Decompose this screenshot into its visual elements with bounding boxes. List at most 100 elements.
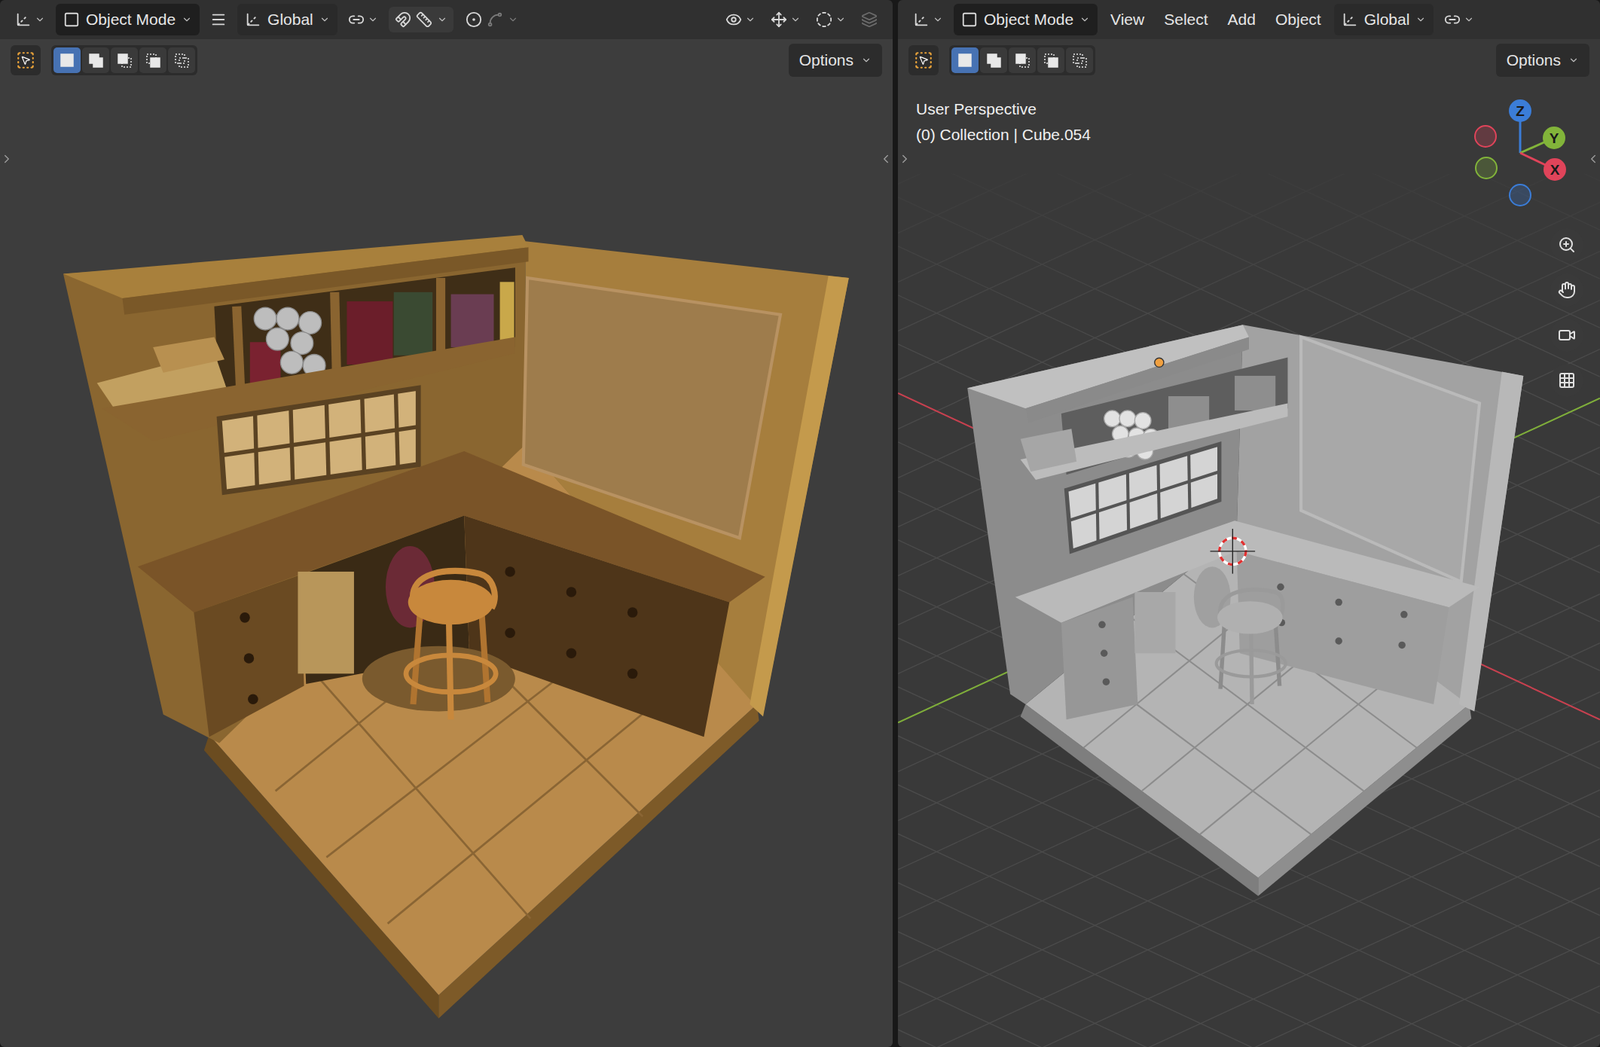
region-toggle-icon[interactable]	[1586, 152, 1600, 166]
navigation-buttons	[1550, 228, 1584, 397]
select-mode-icon	[87, 51, 104, 69]
pivot-button[interactable]	[1439, 6, 1479, 33]
editor-type-button[interactable]	[10, 6, 50, 33]
xray-button[interactable]	[856, 6, 883, 33]
gizmo-button[interactable]	[766, 6, 806, 33]
select-mode-button[interactable]	[82, 47, 110, 74]
editor-type-icon	[912, 11, 930, 28]
menu-item[interactable]: Object	[1268, 3, 1329, 37]
select-mode-group	[949, 45, 1096, 76]
select-mode-icon	[985, 51, 1002, 69]
perspective-button[interactable]	[1550, 363, 1584, 397]
camera-icon	[1557, 326, 1576, 345]
pointer-icon	[918, 54, 929, 66]
editor-type-button[interactable]	[908, 6, 948, 33]
orientation-dropdown[interactable]: Global	[237, 3, 338, 36]
viewport-area: Object Mode Global Options	[0, 0, 893, 1047]
proportional-group[interactable]	[459, 6, 525, 33]
select-mode-button[interactable]	[139, 47, 167, 74]
eye-icon	[725, 11, 742, 28]
viewport-canvas[interactable]: Options	[0, 39, 893, 1047]
mode-label: Object Mode	[85, 7, 176, 32]
select-mode-icon	[1071, 51, 1088, 69]
region-toggle-icon[interactable]	[0, 152, 14, 166]
select-mode-button[interactable]	[1065, 47, 1094, 74]
viewport-area: Object ModeViewSelectAddObject Global Opti…	[897, 0, 1600, 1047]
chevron-down-icon	[319, 14, 330, 25]
select-mode-button[interactable]	[951, 47, 979, 74]
pan-button[interactable]	[1550, 273, 1584, 307]
visibility-button[interactable]	[720, 6, 761, 33]
options-button[interactable]: Options	[788, 43, 883, 77]
tool-settings-row: Options	[0, 39, 893, 77]
region-toggle-icon[interactable]	[897, 152, 912, 166]
menu-item[interactable]: Select	[1157, 3, 1215, 37]
select-mode-button[interactable]	[1037, 47, 1065, 74]
walls	[967, 324, 1524, 712]
menu-button[interactable]	[205, 6, 232, 33]
hand-icon	[1557, 280, 1576, 300]
viewport-header: Object ModeViewSelectAddObject Global	[897, 0, 1600, 40]
pointer-icon	[20, 54, 31, 66]
snap-target-icon	[415, 11, 433, 28]
gizmo-axis: Y	[1542, 126, 1566, 150]
mode-dropdown[interactable]: Object Mode	[55, 3, 200, 36]
info-line: User Perspective	[916, 96, 1600, 123]
svg-text:X: X	[1550, 161, 1561, 178]
area-divider[interactable]	[892, 0, 898, 1047]
pivot-icon	[348, 11, 365, 28]
chevron-down-icon	[507, 14, 519, 25]
select-tool-button[interactable]	[908, 45, 939, 76]
svg-text:Z: Z	[1515, 103, 1525, 120]
region-toggle-icon[interactable]	[879, 152, 893, 166]
select-mode-icon	[173, 51, 190, 69]
grid-icon	[1557, 371, 1576, 390]
options-button[interactable]: Options	[1496, 43, 1590, 77]
3d-cursor	[1210, 528, 1256, 575]
gizmo-axis: Z	[1508, 99, 1532, 123]
menu-item[interactable]: View	[1103, 3, 1152, 37]
orientation-label: Global	[1364, 7, 1411, 32]
orientation-label: Global	[267, 7, 314, 32]
select-tool-button[interactable]	[10, 45, 41, 76]
zoom-button[interactable]	[1550, 228, 1584, 262]
chevron-down-icon	[1568, 54, 1579, 66]
desk	[137, 451, 766, 737]
floor-grid	[897, 174, 1600, 1047]
select-box-icon	[15, 50, 36, 71]
chair	[1216, 589, 1286, 705]
desk	[1015, 520, 1480, 720]
blender-window: Object ModeGlobalOptionsObject ModeViewS…	[0, 0, 1600, 1047]
select-mode-button[interactable]	[980, 47, 1008, 74]
info-line: (0) Collection | Cube.054	[916, 122, 1600, 148]
chair	[362, 570, 516, 720]
navigation-gizmo[interactable]: Z YX	[1463, 96, 1577, 210]
chevron-down-icon	[34, 14, 46, 25]
select-mode-button[interactable]	[53, 47, 81, 74]
snap-group[interactable]	[388, 6, 454, 33]
select-mode-button[interactable]	[1008, 47, 1036, 74]
overlay-button[interactable]	[811, 6, 851, 33]
pivot-button[interactable]	[343, 6, 383, 33]
menu-item[interactable]: Add	[1221, 3, 1263, 37]
chevron-down-icon	[932, 14, 944, 25]
select-mode-icon	[956, 51, 974, 69]
walls	[63, 241, 849, 743]
svg-text:Y: Y	[1549, 130, 1560, 147]
mode-dropdown[interactable]: Object Mode	[953, 3, 1098, 36]
editor-type-icon	[15, 11, 32, 28]
chevron-down-icon	[745, 14, 756, 25]
object-mode-icon	[961, 11, 978, 28]
orientation-icon	[244, 11, 262, 28]
magnet-icon	[394, 11, 412, 28]
window	[219, 387, 419, 492]
orientation-dropdown[interactable]: Global	[1334, 3, 1435, 36]
chevron-down-icon	[861, 54, 872, 66]
falloff-icon	[486, 11, 504, 28]
select-mode-button[interactable]	[167, 47, 196, 74]
chevron-down-icon	[181, 14, 193, 25]
viewport-canvas[interactable]: Options User Perspective(0) Collection | …	[897, 39, 1600, 1047]
camera-button[interactable]	[1550, 318, 1584, 352]
select-box-icon	[913, 50, 934, 71]
select-mode-button[interactable]	[110, 47, 138, 74]
